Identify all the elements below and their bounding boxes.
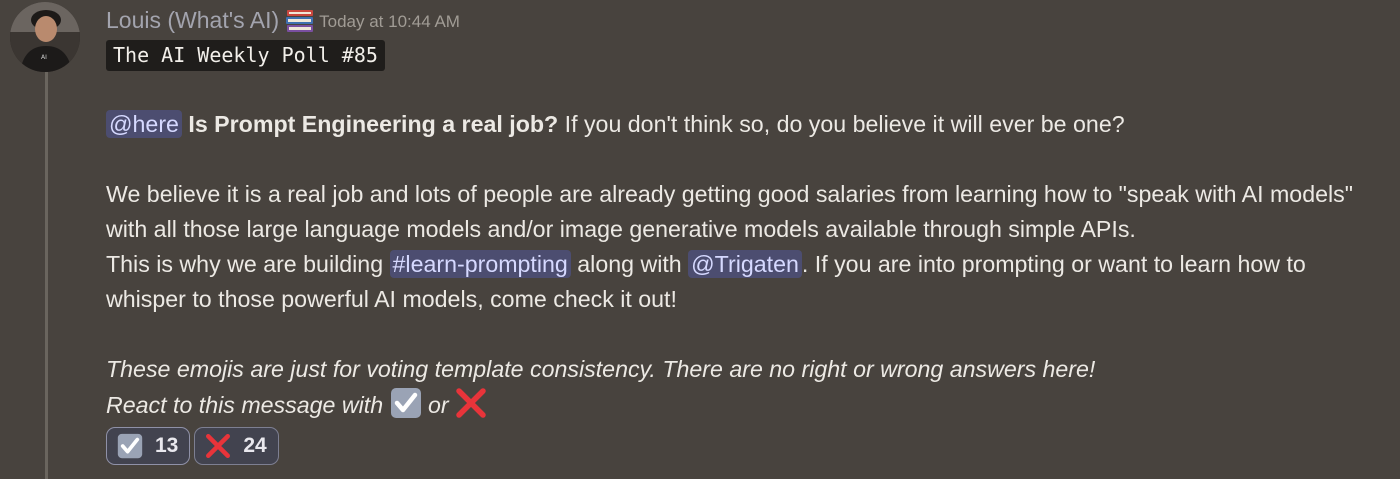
message-header: Louis (What's AI) Today at 10:44 AM bbox=[106, 5, 460, 35]
reactions-bar: 13 24 bbox=[106, 427, 279, 465]
question-rest: If you don't think so, do you believe it… bbox=[558, 111, 1125, 137]
react-before: React to this message with bbox=[106, 392, 390, 418]
reaction-count: 13 bbox=[155, 434, 179, 457]
reaction-cross-button[interactable]: 24 bbox=[194, 427, 279, 465]
reaction-check-button[interactable]: 13 bbox=[106, 427, 191, 465]
thread-line bbox=[45, 72, 48, 479]
reaction-count: 24 bbox=[243, 434, 267, 457]
message-body: @here Is Prompt Engineering a real job? … bbox=[106, 107, 1381, 423]
chat-message: AI Louis (What's AI) Today at 10:44 AM T… bbox=[0, 0, 1400, 479]
question-bold: Is Prompt Engineering a real job? bbox=[188, 111, 559, 137]
disclaimer-line: These emojis are just for voting templat… bbox=[106, 356, 1096, 382]
ballot-box-with-check-icon bbox=[117, 433, 143, 459]
username[interactable]: Louis (What's AI) bbox=[106, 5, 279, 35]
ballot-box-with-check-icon bbox=[390, 387, 422, 419]
belief-paragraph: We believe it is a real job and lots of … bbox=[106, 181, 1353, 242]
timestamp: Today at 10:44 AM bbox=[319, 11, 460, 31]
building-before: This is why we are building bbox=[106, 251, 390, 277]
cross-mark-icon bbox=[205, 433, 231, 459]
react-or: or bbox=[421, 392, 456, 418]
user-mention[interactable]: @Trigaten bbox=[688, 250, 802, 278]
books-icon bbox=[285, 8, 315, 34]
question-line: @here Is Prompt Engineering a real job? … bbox=[106, 107, 1381, 142]
poll-title-code: The AI Weekly Poll #85 bbox=[106, 40, 385, 71]
here-mention[interactable]: @here bbox=[106, 110, 182, 138]
building-middle: along with bbox=[570, 251, 689, 277]
building-paragraph: This is why we are building #learn-promp… bbox=[106, 247, 1381, 317]
cross-mark-icon bbox=[455, 387, 487, 419]
channel-mention[interactable]: #learn-prompting bbox=[389, 250, 571, 278]
svg-text:AI: AI bbox=[41, 54, 47, 61]
react-instruction: React to this message with or bbox=[106, 387, 1381, 423]
avatar[interactable]: AI bbox=[10, 2, 80, 72]
